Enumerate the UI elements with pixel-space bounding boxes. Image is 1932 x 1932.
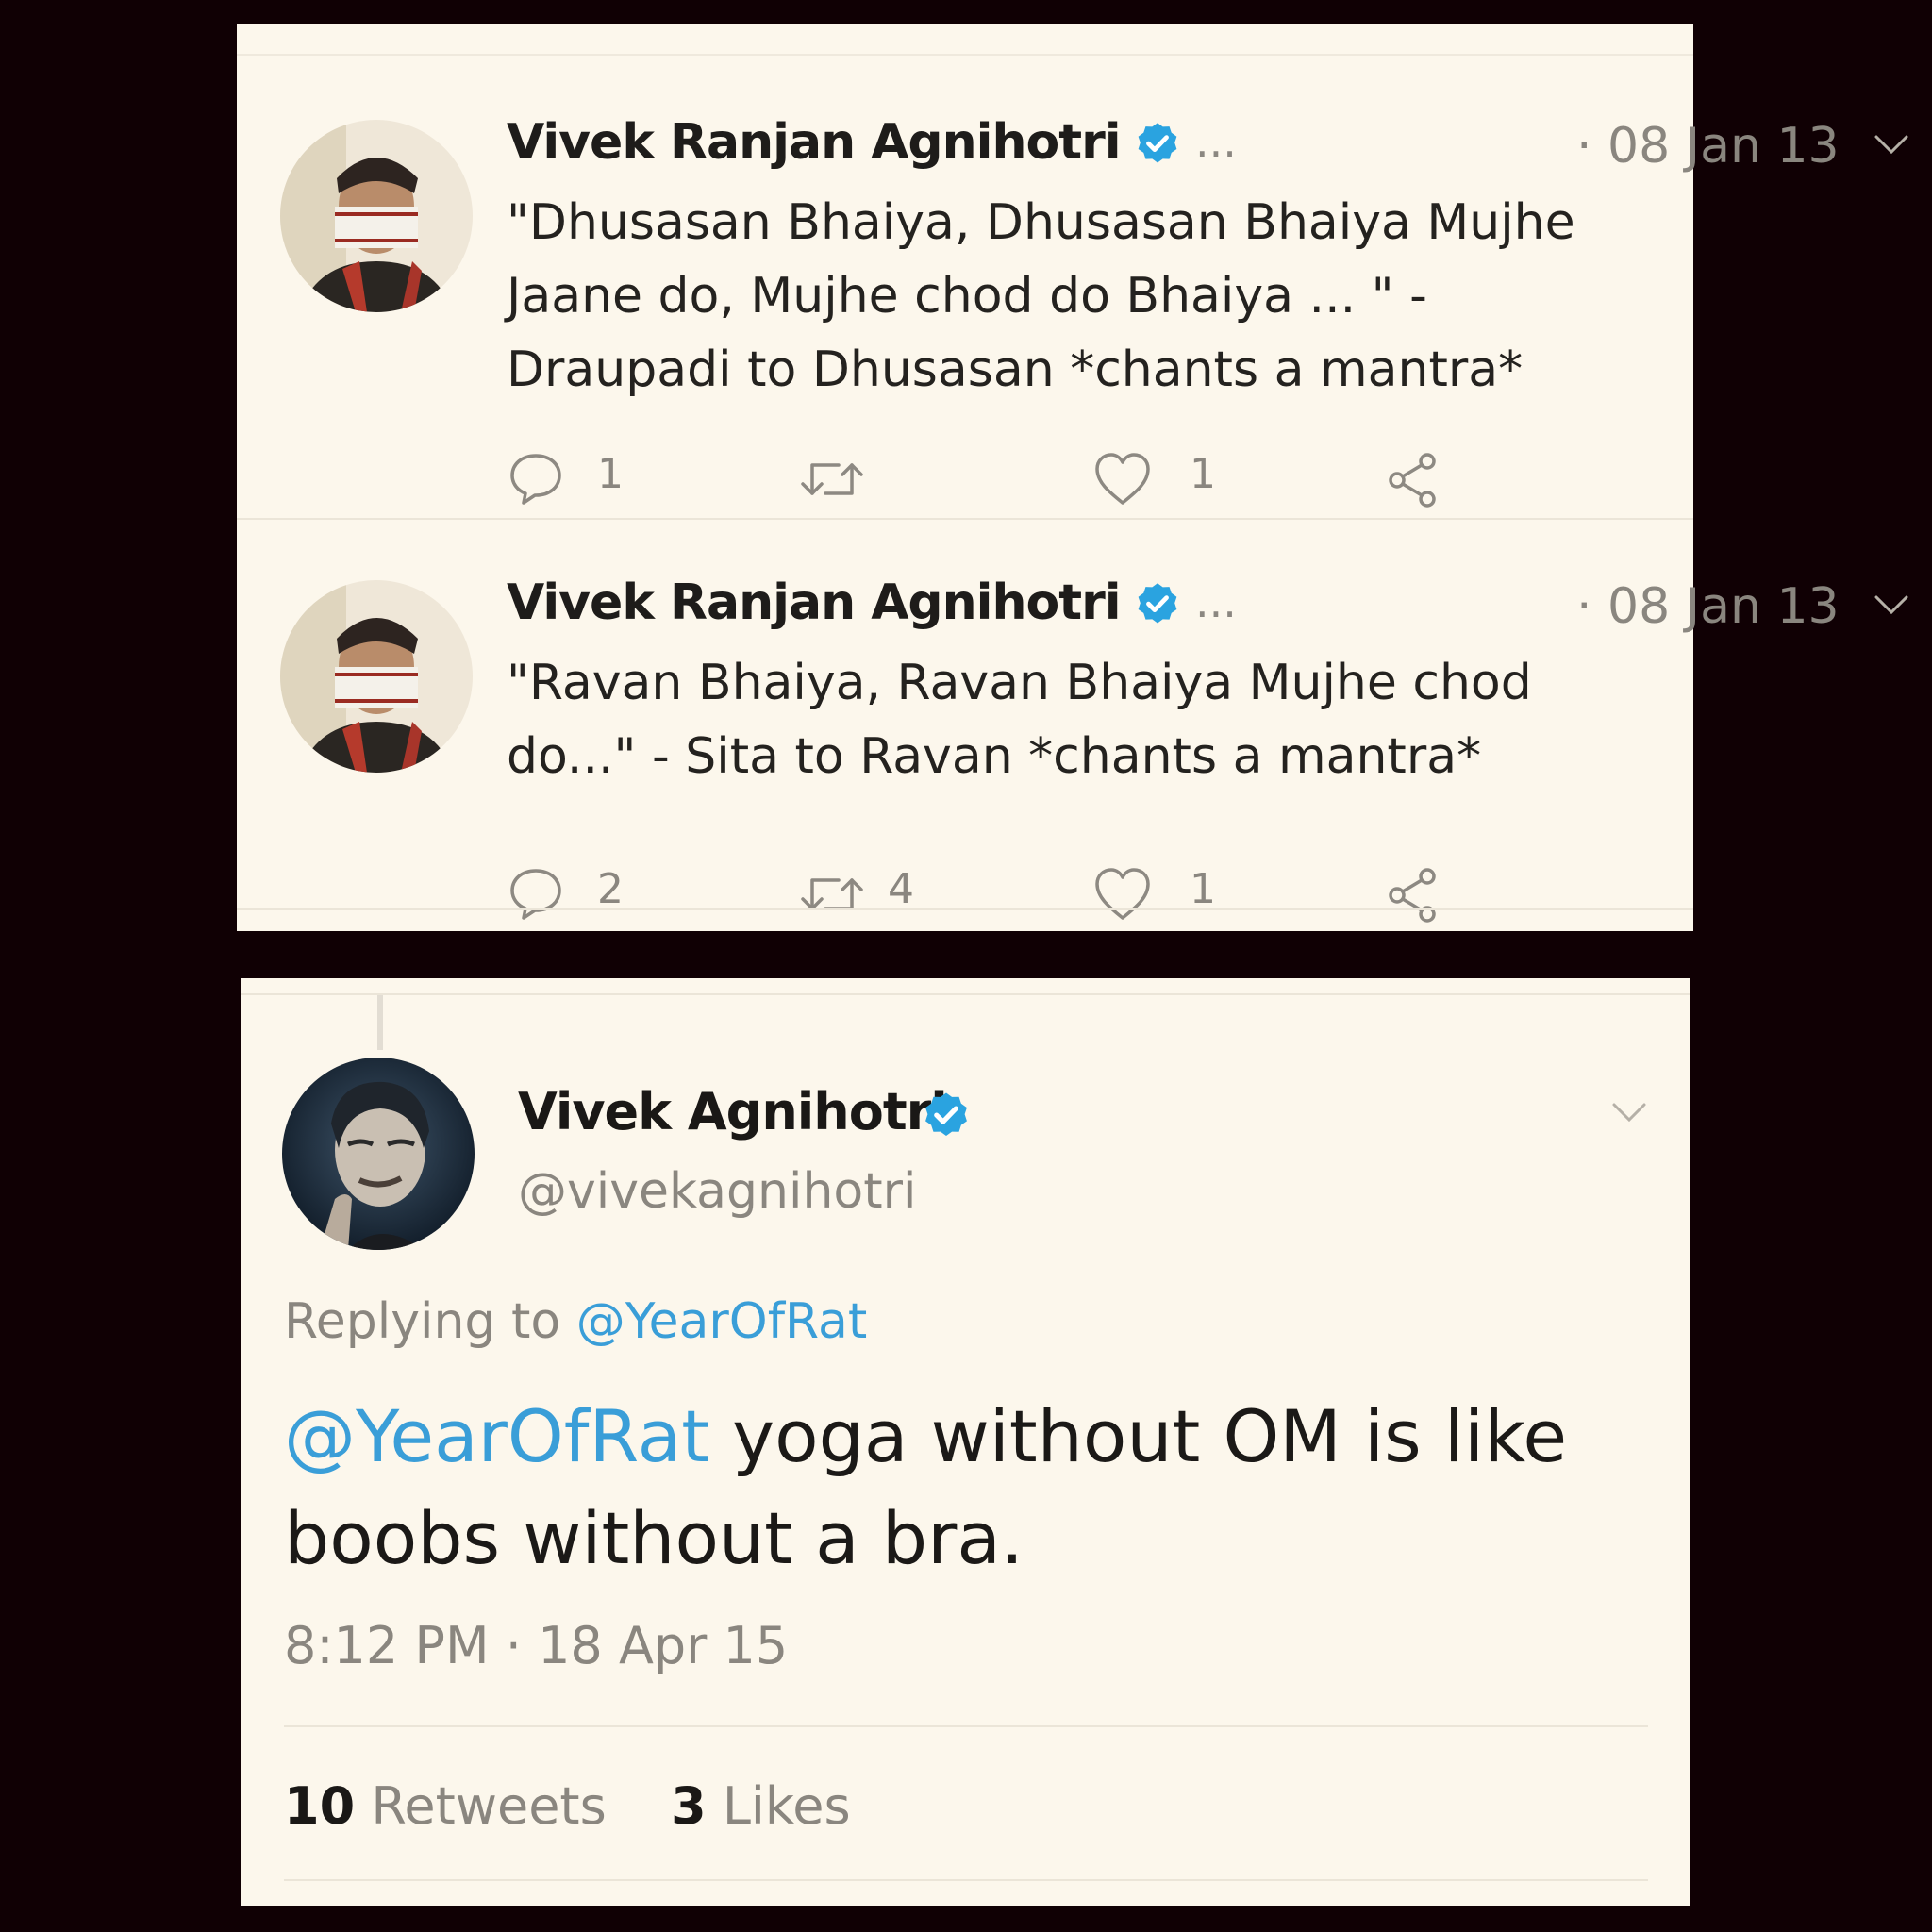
tweet-text: @YearOfRat yoga without OM is like boobs… <box>284 1386 1642 1590</box>
divider <box>284 1879 1648 1881</box>
tweet-stats: 10 Retweets 3 Likes <box>284 1776 851 1836</box>
tweet-actions: 2 4 1 <box>507 858 1667 924</box>
author-name[interactable]: Vivek Agnihotri <box>518 1082 948 1141</box>
like-count: 1 <box>1190 865 1216 913</box>
retweet-icon <box>801 878 863 910</box>
chevron-down-icon[interactable] <box>1873 131 1910 158</box>
retweet-count: 4 <box>888 865 914 913</box>
tweet-header: Vivek Ranjan Agnihotri ... · 08 Jan 13 <box>507 575 1908 641</box>
retweet-icon <box>801 463 863 495</box>
retweets-stat[interactable]: 10 Retweets <box>284 1776 607 1836</box>
chevron-down-icon[interactable] <box>1610 1099 1648 1125</box>
chevron-down-icon[interactable] <box>1873 591 1910 618</box>
share-icon <box>1389 453 1436 508</box>
tweet-thread-card: Vivek Ranjan Agnihotri ... · 08 Jan 13 "… <box>237 24 1908 931</box>
replying-to: Replying to @YearOfRat <box>284 1293 867 1350</box>
tweet-timestamp[interactable]: 8:12 PM · 18 Apr 15 <box>284 1616 788 1675</box>
avatar[interactable] <box>280 580 473 773</box>
truncated-handle: ... <box>1195 116 1237 167</box>
tweet-text: "Dhusasan Bhaiya, Dhusasan Bhaiya Mujhe … <box>507 194 1575 398</box>
thread-connector <box>377 995 383 1050</box>
avatar[interactable] <box>280 120 473 312</box>
reply-icon <box>510 869 561 920</box>
like-count: 1 <box>1190 450 1216 498</box>
reply-count: 2 <box>597 865 624 913</box>
retweets-label: Retweets <box>371 1776 607 1836</box>
like-icon <box>1095 453 1150 505</box>
tweet[interactable]: Vivek Ranjan Agnihotri ... · 08 Jan 13 "… <box>237 56 1908 518</box>
avatar[interactable] <box>282 1058 475 1250</box>
verified-badge-icon <box>1138 123 1177 163</box>
tweet-date[interactable]: · 08 Jan 13 <box>1576 118 1840 175</box>
share-icon <box>1389 868 1436 923</box>
mention-link[interactable]: @YearOfRat <box>284 1394 709 1478</box>
likes-stat[interactable]: 3 Likes <box>671 1776 851 1836</box>
divider <box>241 993 1690 995</box>
divider <box>284 1725 1648 1727</box>
tweet-header: Vivek Ranjan Agnihotri ... · 08 Jan 13 <box>507 114 1908 180</box>
replying-to-link[interactable]: @YearOfRat <box>576 1293 868 1350</box>
replying-prefix: Replying to <box>284 1293 561 1350</box>
tweet[interactable]: Vivek Ranjan Agnihotri ... · 08 Jan 13 "… <box>237 522 1908 984</box>
tweet-text: "Ravan Bhaiya, Ravan Bhaiya Mujhe chod d… <box>507 655 1532 785</box>
reply-count: 1 <box>597 450 624 498</box>
divider <box>237 518 1693 520</box>
tweet-date[interactable]: · 08 Jan 13 <box>1576 578 1840 635</box>
likes-count: 3 <box>671 1776 707 1836</box>
author-name[interactable]: Vivek Ranjan Agnihotri <box>507 575 1122 631</box>
likes-label: Likes <box>722 1776 851 1836</box>
verified-badge-icon <box>1138 583 1177 624</box>
author-name[interactable]: Vivek Ranjan Agnihotri <box>507 114 1122 171</box>
author-handle[interactable]: @vivekagnihotri <box>518 1163 916 1220</box>
tweet-detail-card: Vivek Agnihotri @vivekagnihotri Replying… <box>241 978 1690 1906</box>
verified-badge-icon <box>925 1092 967 1136</box>
divider <box>237 908 1693 910</box>
reply-icon <box>510 454 561 505</box>
retweets-count: 10 <box>284 1776 356 1836</box>
like-icon <box>1095 868 1150 920</box>
tweet-actions: 1 1 <box>507 442 1667 508</box>
truncated-handle: ... <box>1195 576 1237 627</box>
